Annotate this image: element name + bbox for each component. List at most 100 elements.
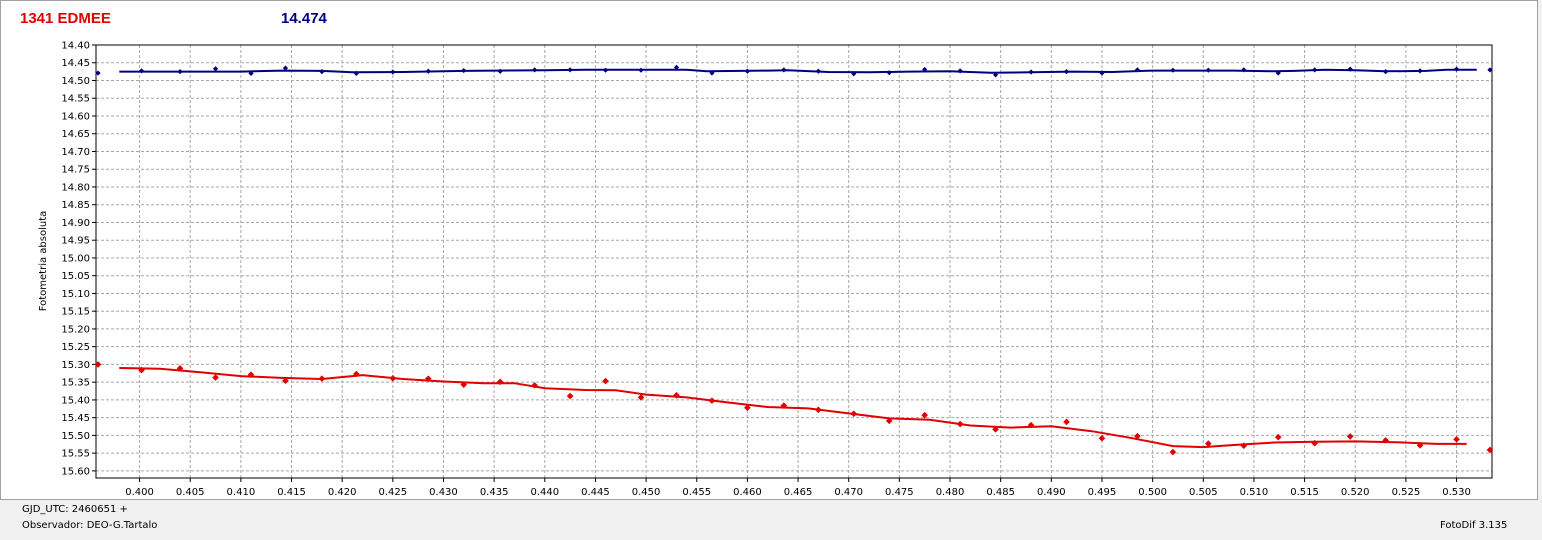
y-tick-label: 15.45: [61, 413, 90, 424]
x-tick-label: 0.455: [682, 487, 711, 498]
series-1-point: [1063, 69, 1070, 75]
x-tick-label: 0.435: [480, 487, 509, 498]
x-tick-label: 0.490: [1037, 487, 1066, 498]
series-0-point: [1063, 418, 1070, 426]
y-tick-label: 14.80: [61, 182, 90, 193]
y-tick-label: 14.50: [61, 76, 90, 87]
y-tick-label: 14.90: [61, 218, 90, 229]
series-0-point: [708, 397, 716, 404]
x-tick-label: 0.440: [530, 487, 559, 498]
x-tick-label: 0.420: [328, 487, 357, 498]
y-tick-label: 15.30: [61, 360, 90, 371]
software-version: FotoDif 3.135: [1440, 520, 1508, 531]
y-tick-label: 14.70: [61, 147, 90, 158]
y-tick-label: 15.10: [61, 289, 90, 300]
x-tick-label: 0.425: [379, 487, 408, 498]
y-tick-label: 15.50: [61, 431, 90, 442]
y-tick-label: 15.20: [61, 324, 90, 335]
x-tick-label: 0.445: [581, 487, 610, 498]
y-tick-label: 14.85: [61, 200, 90, 211]
series-0-point: [1169, 448, 1177, 456]
x-tick-label: 0.505: [1189, 487, 1218, 498]
series-1-point: [744, 68, 750, 74]
series-0-point: [956, 420, 964, 428]
x-tick-label: 0.525: [1392, 487, 1421, 498]
series-0-point: [850, 410, 858, 418]
x-tick-label: 0.480: [936, 487, 965, 498]
series-1-point: [532, 67, 538, 73]
series-1-point: [177, 69, 183, 75]
x-tick-label: 0.460: [733, 487, 762, 498]
series-1-point: [957, 68, 963, 74]
series-1-point: [497, 68, 503, 74]
series-1-point: [638, 67, 644, 73]
y-tick-label: 14.65: [61, 129, 90, 140]
y-tick-label: 15.40: [61, 395, 90, 406]
series-1-point: [1312, 67, 1318, 73]
x-tick-label: 0.500: [1138, 487, 1167, 498]
series-1-point: [319, 69, 325, 75]
y-tick-label: 15.05: [61, 271, 90, 282]
series-0-point: [1274, 433, 1282, 441]
x-tick-label: 0.520: [1341, 487, 1370, 498]
x-tick-label: 0.410: [227, 487, 256, 498]
series-0-point: [1346, 433, 1354, 440]
series-0-point: [212, 374, 219, 381]
series-0-point: [815, 406, 822, 414]
y-tick-label: 14.95: [61, 236, 90, 247]
x-tick-label: 0.515: [1290, 487, 1319, 498]
series-1-point: [815, 68, 821, 74]
x-tick-label: 0.415: [277, 487, 306, 498]
y-tick-label: 15.15: [61, 307, 90, 318]
series-1-point: [1383, 69, 1389, 75]
light-curve-plot: 14.40 14.45 14.50 14.55 14.60 14.65 14.70 14.75…: [38, 41, 1494, 499]
series-1-point: [1028, 69, 1034, 75]
y-tick-label: 14.40: [61, 41, 90, 52]
x-tick-label: 0.430: [429, 487, 458, 498]
series-0-point: [566, 392, 574, 400]
series-1-point: [1453, 66, 1460, 72]
y-tick-label: 14.75: [61, 165, 90, 176]
series-1-point: [425, 68, 431, 74]
y-tick-label: 15.35: [61, 378, 90, 389]
series-1-point: [886, 70, 892, 76]
axis-layer: 14.40 14.45 14.50 14.55 14.60 14.65 14.70 14.75…: [61, 41, 1471, 499]
x-tick-label: 0.400: [125, 487, 154, 498]
plot-frame: [95, 44, 1493, 479]
observer-label: Observador: DEO-G.Tartalo: [22, 520, 158, 531]
series-1-point: [1417, 68, 1423, 74]
series-0-point: [1453, 436, 1460, 443]
y-tick-label: 15.00: [61, 253, 90, 264]
y-tick-label: 15.25: [61, 342, 90, 353]
x-tick-label: 0.485: [986, 487, 1015, 498]
y-tick-label: 14.60: [61, 111, 90, 122]
gjd-label: GJD_UTC: 2460651 +: [22, 504, 128, 515]
series-1-point: [781, 67, 787, 73]
y-tick-label: 14.45: [61, 58, 90, 69]
x-tick-label: 0.470: [834, 487, 863, 498]
x-tick-label: 0.405: [176, 487, 205, 498]
y-axis-label: Fotometria absoluta: [38, 211, 49, 312]
series-0-point: [389, 374, 397, 382]
grid-layer: [96, 44, 1492, 478]
x-tick-label: 0.475: [885, 487, 914, 498]
series-1-point: [567, 67, 573, 73]
x-tick-label: 0.495: [1088, 487, 1117, 498]
series-1-point: [390, 69, 396, 75]
y-tick-label: 14.55: [61, 94, 90, 105]
x-tick-label: 0.530: [1442, 487, 1471, 498]
x-tick-label: 0.510: [1240, 487, 1269, 498]
series-0-point: [602, 377, 609, 385]
series-layer: [94, 64, 1494, 456]
series-1-point: [461, 67, 467, 74]
x-tick-label: 0.450: [632, 487, 661, 498]
series-1-point: [1205, 67, 1211, 73]
y-tick-label: 15.60: [61, 466, 90, 477]
y-tick-label: 15.55: [61, 449, 90, 460]
series-0-point: [318, 375, 326, 382]
series-1-point: [602, 67, 609, 73]
x-tick-label: 0.465: [784, 487, 813, 498]
series-0-point: [1098, 434, 1106, 442]
series-1-point: [1170, 67, 1176, 73]
series-1-point: [212, 66, 219, 72]
